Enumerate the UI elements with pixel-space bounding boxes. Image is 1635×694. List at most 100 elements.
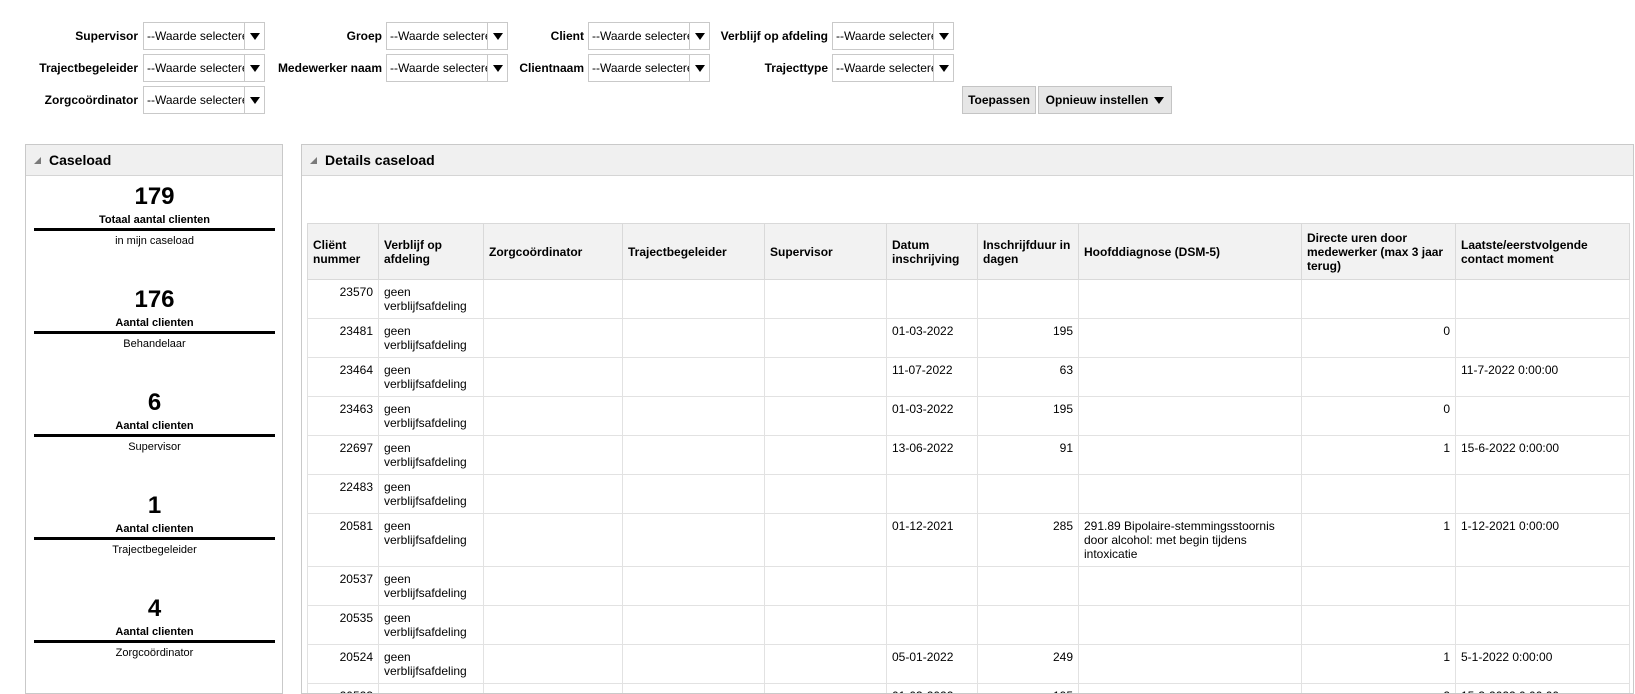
chevron-down-icon[interactable] <box>244 23 264 49</box>
chevron-down-icon[interactable] <box>244 87 264 113</box>
table-cell: 01-03-2022 <box>886 318 978 358</box>
kpi-divider <box>34 640 275 643</box>
table-row[interactable]: 20537 geen verblijfsafdeling <box>307 566 1630 606</box>
medewerker-select[interactable]: --Waarde selecteren-- <box>386 54 508 82</box>
trajectbegeleider-filter-label: Trajectbegeleider <box>39 61 138 75</box>
table-row[interactable]: 20524 geen verblijfsafdeling 05-01-2022 249… <box>307 644 1630 684</box>
column-header[interactable]: Hoofddiagnose (DSM-5) <box>1078 223 1302 280</box>
details-panel-header[interactable]: Details caseload <box>302 145 1633 176</box>
table-cell <box>622 566 765 606</box>
kpi-value: 6 <box>147 389 162 416</box>
table-row[interactable]: 23464 geen verblijfsafdeling 11-07-2022 63 1… <box>307 357 1630 397</box>
table-cell <box>764 474 887 514</box>
table-cell <box>1455 279 1630 319</box>
table-cell: 23570 <box>307 279 379 319</box>
table-cell: 1-12-2021 0:00:00 <box>1455 513 1630 567</box>
chevron-down-icon[interactable] <box>933 55 953 81</box>
table-cell <box>977 474 1079 514</box>
table-cell: 195 <box>977 683 1079 693</box>
table-cell <box>764 566 887 606</box>
client-filter-label: Client <box>550 29 584 43</box>
table-cell <box>1455 605 1630 645</box>
table-cell: geen verblijfsafdeling <box>378 605 484 645</box>
table-cell: 15-3-2022 0:00:00 <box>1455 683 1630 693</box>
column-header[interactable]: Trajectbegeleider <box>622 223 765 280</box>
kpi-behandelaar: 176 Aantal clienten Behandelaar <box>34 286 275 351</box>
table-cell: 2 <box>1301 683 1456 693</box>
kpi-label: Aantal clienten <box>115 523 194 535</box>
chevron-down-icon[interactable] <box>933 23 953 49</box>
zorgcoordinator-filter-label: Zorgcoördinator <box>44 93 138 107</box>
table-cell: 1 <box>1301 644 1456 684</box>
table-cell: 91 <box>977 435 1079 475</box>
table-row[interactable]: 20535 geen verblijfsafdeling <box>307 605 1630 645</box>
column-header[interactable]: Supervisor <box>764 223 887 280</box>
table-cell <box>764 357 887 397</box>
chevron-down-icon[interactable] <box>487 55 507 81</box>
column-header[interactable]: Directe uren door medewerker (max 3 jaar… <box>1301 223 1456 280</box>
table-row[interactable]: 22697 geen verblijfsafdeling 13-06-2022 91 1… <box>307 435 1630 475</box>
table-cell: 20581 <box>307 513 379 567</box>
table-cell <box>764 279 887 319</box>
reset-button-label: Opnieuw instellen <box>1045 93 1149 107</box>
table-cell <box>483 474 623 514</box>
column-header[interactable]: Verblijf op afdeling <box>378 223 484 280</box>
table-cell <box>622 435 765 475</box>
chevron-down-icon <box>1154 93 1165 107</box>
kpi-sublabel: Trajectbegeleider <box>112 544 197 556</box>
verblijf-select[interactable]: --Waarde selecteren-- <box>832 22 954 50</box>
details-panel: Details caseload Cliënt nummer Verblijf … <box>301 144 1634 694</box>
kpi-total-clients: 179 Totaal aantal clienten in mijn casel… <box>34 183 275 248</box>
table-row[interactable]: 23463 geen verblijfsafdeling 01-03-2022 195… <box>307 396 1630 436</box>
trajecttype-select[interactable]: --Waarde selecteren-- <box>832 54 954 82</box>
table-cell <box>1078 357 1302 397</box>
table-cell: 01-03-2022 <box>886 396 978 436</box>
table-cell: 291.89 Bipolaire-stemmingsstoornis door … <box>1078 513 1302 567</box>
client-select[interactable]: --Waarde selecteren-- <box>588 22 710 50</box>
medewerker-filter-label: Medewerker naam <box>277 61 382 75</box>
apply-button[interactable]: Toepassen <box>962 86 1036 114</box>
collapse-icon[interactable] <box>310 156 317 164</box>
table-row[interactable]: 22483 geen verblijfsafdeling <box>307 474 1630 514</box>
column-header[interactable]: Datum inschrijving <box>886 223 978 280</box>
caseload-panel-header[interactable]: Caseload <box>26 145 282 176</box>
column-header[interactable]: Zorgcoördinator <box>483 223 623 280</box>
column-header[interactable]: Inschrijfduur in dagen <box>977 223 1079 280</box>
reset-button[interactable]: Opnieuw instellen <box>1038 86 1172 114</box>
table-cell: 195 <box>977 318 1079 358</box>
table-cell: 195 <box>977 396 1079 436</box>
table-cell <box>977 279 1079 319</box>
chevron-down-icon[interactable] <box>244 55 264 81</box>
kpi-value: 179 <box>134 183 175 210</box>
table-cell <box>977 566 1079 606</box>
column-header[interactable]: Laatste/eerstvolgende contact moment <box>1455 223 1630 280</box>
table-cell <box>483 644 623 684</box>
table-row[interactable]: 20581 geen verblijfsafdeling 01-12-2021 285… <box>307 513 1630 567</box>
kpi-sublabel: in mijn caseload <box>115 235 194 247</box>
clientnaam-select[interactable]: --Waarde selecteren-- <box>588 54 710 82</box>
collapse-icon[interactable] <box>34 156 41 164</box>
details-table: Cliënt nummer Verblijf op afdeling Zorgc… <box>307 223 1630 693</box>
table-cell: 285 <box>977 513 1079 567</box>
chevron-down-icon[interactable] <box>689 55 709 81</box>
groep-select[interactable]: --Waarde selecteren-- <box>386 22 508 50</box>
zorgcoordinator-select[interactable]: --Waarde selecteren-- <box>143 86 265 114</box>
table-cell: 23464 <box>307 357 379 397</box>
table-cell: 0 <box>1301 396 1456 436</box>
table-cell: 22697 <box>307 435 379 475</box>
table-cell: 22483 <box>307 474 379 514</box>
trajectbegeleider-select[interactable]: --Waarde selecteren-- <box>143 54 265 82</box>
kpi-divider <box>34 434 275 437</box>
table-cell <box>764 513 887 567</box>
table-row[interactable]: 23481 geen verblijfsafdeling 01-03-2022 195… <box>307 318 1630 358</box>
kpi-zorgcoordinator: 4 Aantal clienten Zorgcoördinator <box>34 595 275 660</box>
table-cell: geen verblijfsafdeling <box>378 357 484 397</box>
chevron-down-icon[interactable] <box>487 23 507 49</box>
table-cell <box>1078 605 1302 645</box>
column-header[interactable]: Cliënt nummer <box>307 223 379 280</box>
table-row[interactable]: 23570 geen verblijfsafdeling <box>307 279 1630 319</box>
supervisor-select[interactable]: --Waarde selecteren-- <box>143 22 265 50</box>
chevron-down-icon[interactable] <box>689 23 709 49</box>
table-cell <box>483 396 623 436</box>
table-row[interactable]: 20523geen verblijfsafdeling 01-03-2022195… <box>307 683 1630 693</box>
